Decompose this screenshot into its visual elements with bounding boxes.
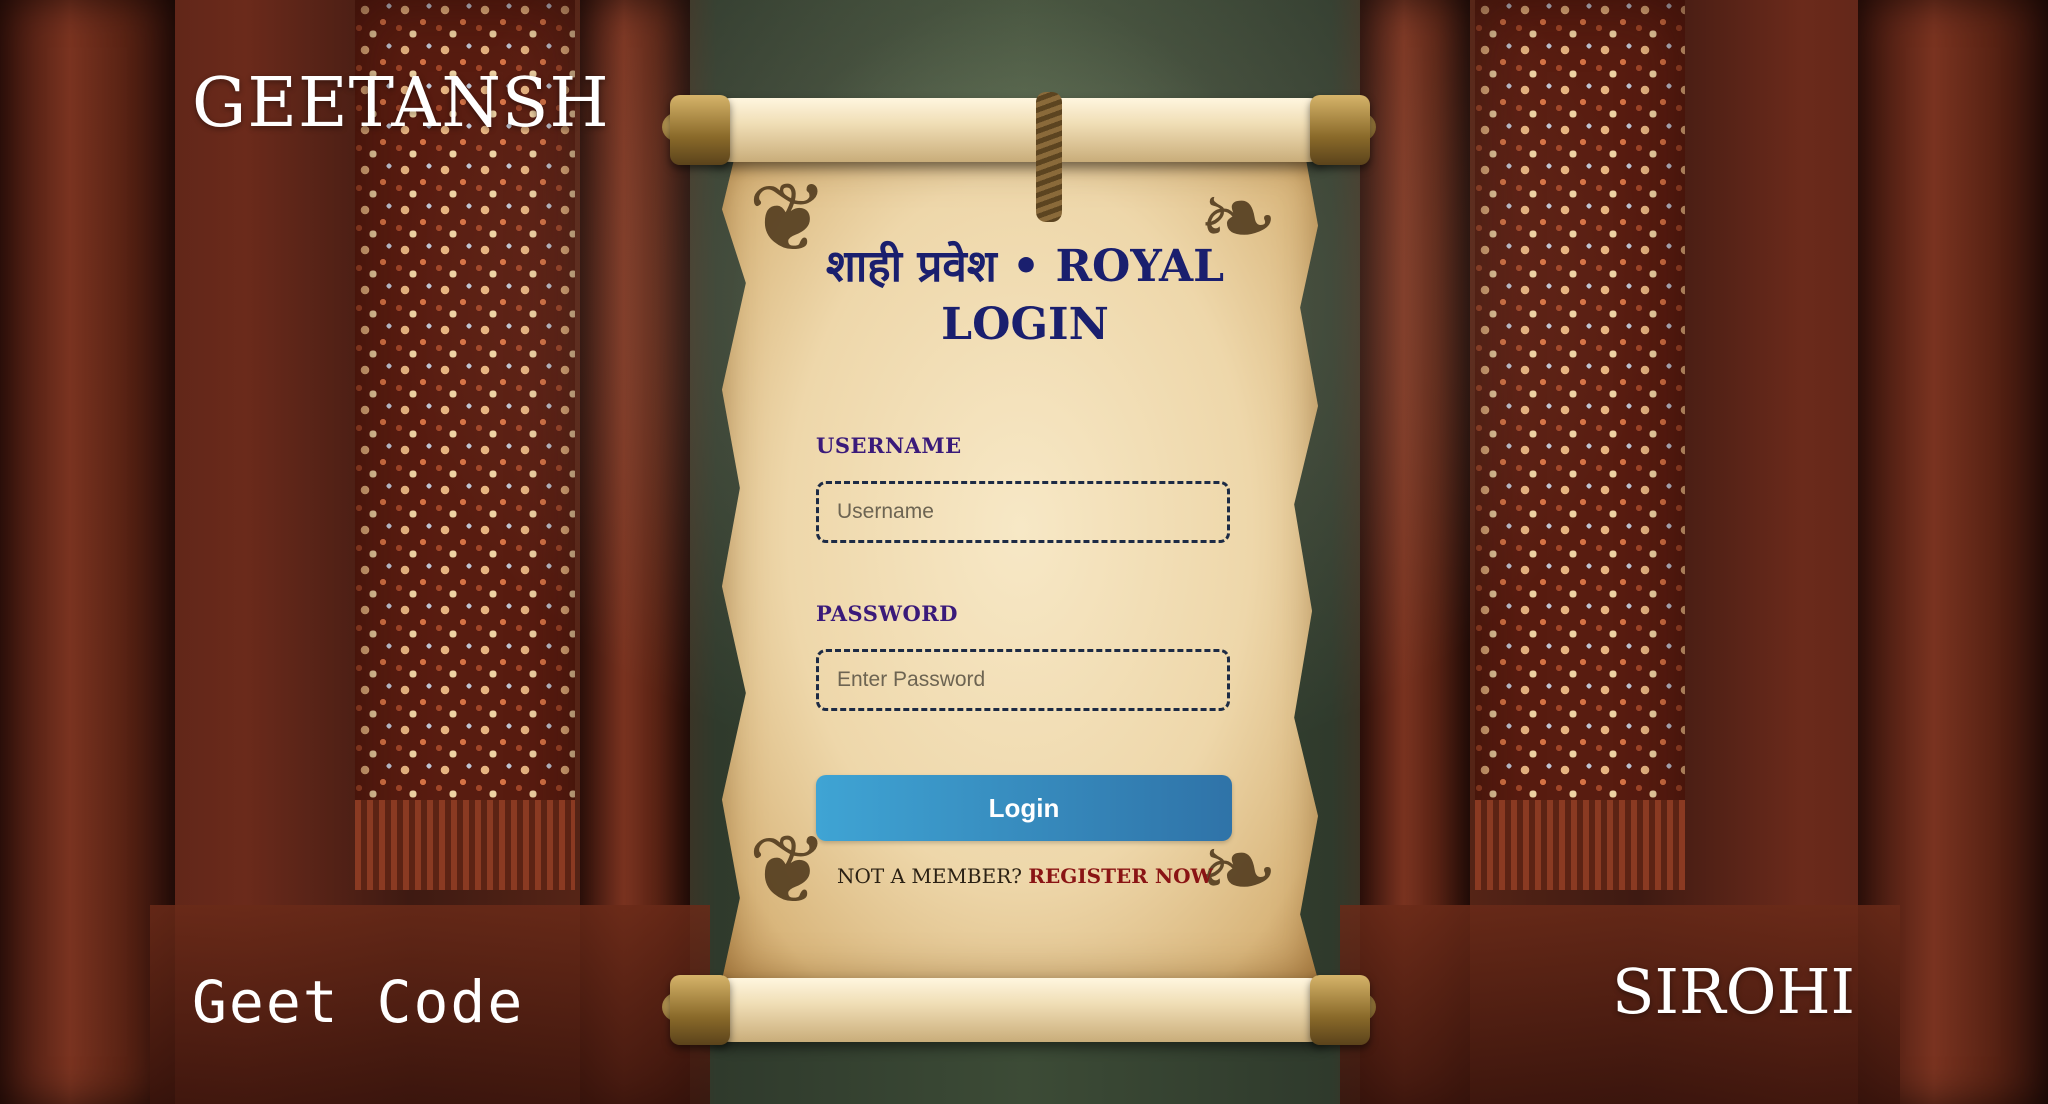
username-label: USERNAME (816, 433, 962, 458)
brand-text-bottom-left: Geet Code (192, 968, 525, 1036)
scroll-rod-cap (670, 975, 730, 1045)
password-label: PASSWORD (816, 601, 958, 626)
login-button[interactable]: Login (816, 775, 1232, 841)
register-prompt: NOT A MEMBER? REGISTER NOW (790, 864, 1260, 888)
scroll-rod-cap (1310, 975, 1370, 1045)
not-member-text: NOT A MEMBER? (836, 864, 1023, 888)
scroll-top-roll (700, 98, 1340, 162)
brand-text-bottom-right: SIROHI (1612, 955, 1856, 1028)
register-now-link[interactable]: REGISTER NOW (1028, 864, 1213, 888)
scroll-bottom-roll (700, 978, 1340, 1042)
password-input[interactable] (816, 649, 1230, 711)
login-title: शाही प्रवेश • ROYAL LOGIN (825, 241, 1225, 350)
scroll-rod-cap (670, 95, 730, 165)
brand-logo-top-left: GEETANSH (192, 64, 610, 143)
scroll-cord (1036, 92, 1062, 222)
username-input[interactable] (816, 481, 1230, 543)
scroll-rod-cap (1310, 95, 1370, 165)
